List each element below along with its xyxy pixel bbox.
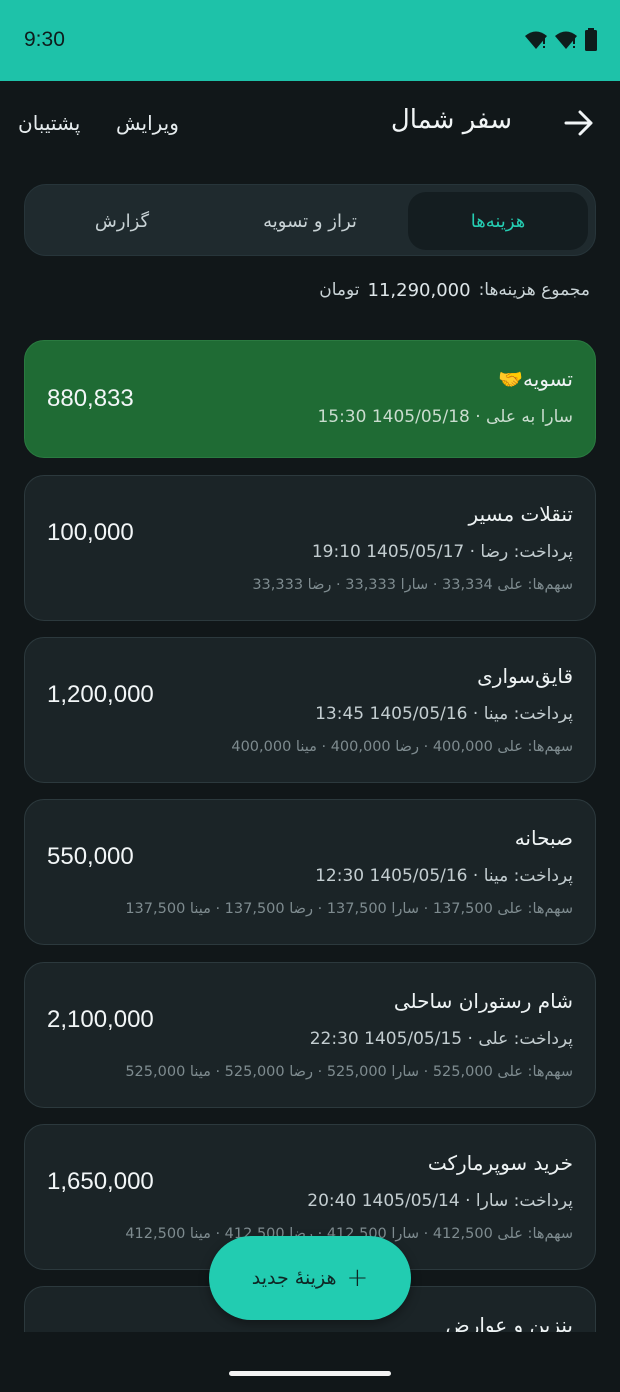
expense-title: بنزین و عوارض (445, 1313, 573, 1332)
add-expense-label: هزینهٔ جدید (251, 1267, 337, 1289)
tab-bar: هزینه‌ها تراز و تسویه گزارش (24, 184, 596, 256)
expense-title: صبحانه (514, 826, 573, 850)
settlement-card[interactable]: تسویه🤝 سارا به علی · 1405/05/18 15:30 88… (24, 340, 596, 458)
status-time: 9:30 (24, 28, 65, 51)
expense-amount: 1,200,000 (47, 681, 154, 708)
edit-button[interactable]: ویرایش (116, 111, 179, 135)
expense-title: خرید سوپرمارکت (427, 1151, 573, 1175)
total-label: مجموع هزینه‌ها: (478, 280, 590, 300)
expense-amount: 880,833 (47, 385, 134, 412)
total-expenses: مجموع هزینه‌ها: 11,290,000 تومان (319, 280, 590, 301)
wifi-icon (555, 31, 577, 49)
expense-meta: پرداخت: رضا · 1405/05/17 19:10 (311, 542, 573, 562)
tab-expenses[interactable]: هزینه‌ها (408, 192, 588, 250)
total-unit: تومان (319, 280, 360, 300)
expense-amount: 1,650,000 (47, 1168, 154, 1195)
expense-list: تسویه🤝 سارا به علی · 1405/05/18 15:30 88… (24, 340, 596, 1332)
expense-title: قایق‌سواری (477, 664, 573, 688)
back-button[interactable] (562, 103, 596, 143)
expense-title: تنقلات مسیر (468, 502, 573, 526)
expense-card[interactable]: تنقلات مسیر پرداخت: رضا · 1405/05/17 19:… (24, 475, 596, 621)
arrow-right-icon (564, 110, 593, 136)
expense-title: شام رستوران ساحلی (393, 989, 573, 1013)
expense-meta: پرداخت: مینا · 1405/05/16 12:30 (315, 866, 573, 886)
handshake-icon: 🤝 (498, 367, 523, 391)
expense-meta: پرداخت: علی · 1405/05/15 22:30 (309, 1029, 573, 1049)
expense-card[interactable]: قایق‌سواری پرداخت: مینا · 1405/05/16 13:… (24, 637, 596, 783)
expense-amount: 2,100,000 (47, 1006, 154, 1033)
expense-card[interactable]: صبحانه پرداخت: مینا · 1405/05/16 12:30 س… (24, 799, 596, 945)
add-expense-button[interactable]: + هزینهٔ جدید (209, 1236, 411, 1320)
total-amount: 11,290,000 (367, 280, 471, 301)
status-icons (524, 28, 598, 52)
expense-amount: 550,000 (47, 843, 134, 870)
expense-meta: پرداخت: مینا · 1405/05/16 13:45 (315, 704, 573, 724)
expense-shares: سهم‌ها: علی 525,000 · سارا 525,000 · رضا… (125, 1064, 573, 1080)
expense-meta: پرداخت: سارا · 1405/05/14 20:40 (307, 1191, 573, 1211)
expense-title: تسویه🤝 (498, 367, 573, 391)
navigation-bar (0, 1332, 620, 1392)
expense-shares: سهم‌ها: علی 137,500 · سارا 137,500 · رضا… (125, 901, 573, 917)
battery-icon (585, 28, 597, 51)
tab-report[interactable]: گزارش (32, 192, 212, 250)
app-bar: سفر شمال ویرایش پشتیبان (0, 81, 620, 171)
expense-shares: سهم‌ها: علی 33,334 · سارا 33,333 · رضا 3… (252, 577, 573, 593)
tab-balance-settlement[interactable]: تراز و تسویه (220, 192, 400, 250)
expense-meta: سارا به علی · 1405/05/18 15:30 (317, 407, 573, 427)
plus-icon: + (346, 1263, 369, 1293)
status-bar: 9:30 (0, 0, 620, 81)
home-indicator[interactable] (229, 1371, 391, 1376)
wifi-icon (525, 31, 547, 49)
expense-shares: سهم‌ها: علی 400,000 · رضا 400,000 · مینا… (231, 739, 573, 755)
page-title: سفر شمال (390, 105, 512, 135)
expense-amount: 100,000 (47, 519, 134, 546)
support-button[interactable]: پشتیبان (18, 111, 80, 135)
expense-card[interactable]: شام رستوران ساحلی پرداخت: علی · 1405/05/… (24, 962, 596, 1108)
